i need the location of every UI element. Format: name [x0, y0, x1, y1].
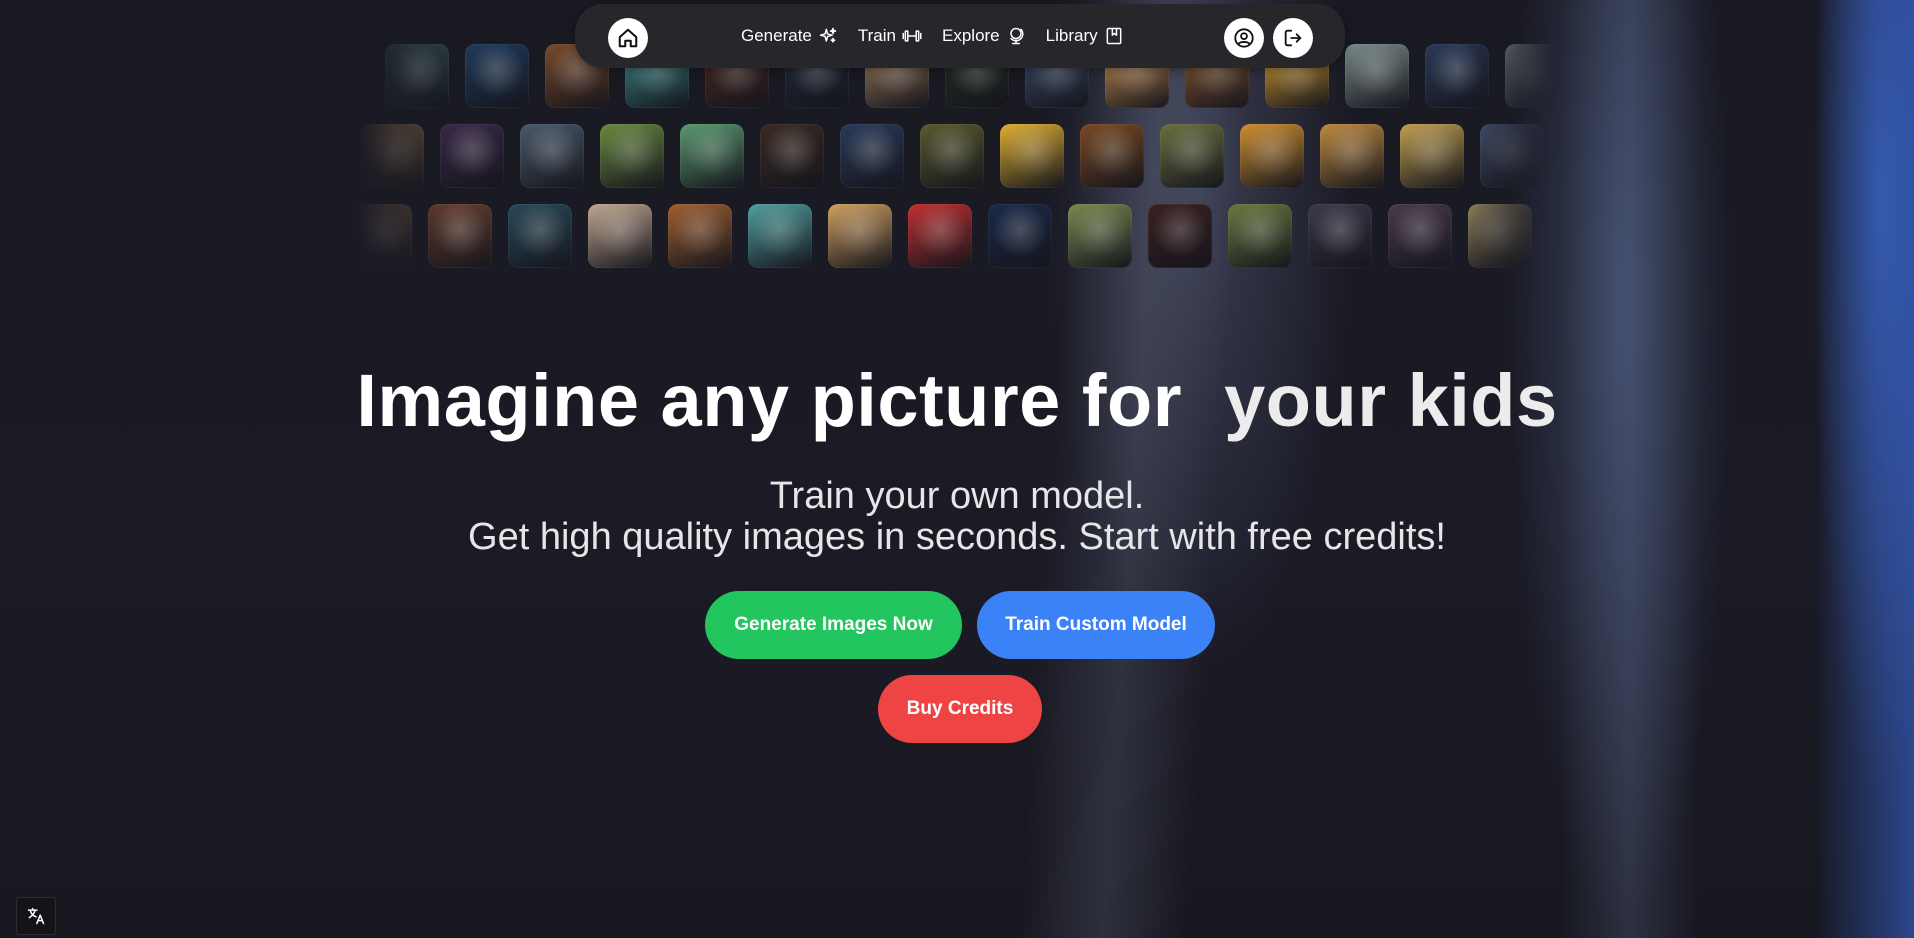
- light-streak: [1560, 0, 1700, 938]
- hero-subtitle: Train your own model. Get high quality i…: [0, 476, 1914, 558]
- gallery-image: [600, 124, 664, 188]
- home-button[interactable]: [608, 18, 648, 58]
- nav-train-label: Train: [857, 26, 896, 45]
- gallery-image: [1080, 124, 1144, 188]
- gallery-row: [360, 124, 1544, 188]
- gallery-image: [840, 124, 904, 188]
- gallery-image: [680, 124, 744, 188]
- gallery-image: [1308, 204, 1372, 268]
- nav-links: Generate Train Explore Library: [741, 4, 1124, 68]
- nav-generate[interactable]: Generate: [741, 26, 838, 46]
- sparkles-icon: [819, 27, 837, 43]
- gallery-image: [428, 204, 492, 268]
- globe-icon: [1009, 27, 1024, 45]
- gallery-image: [1425, 44, 1489, 108]
- hero-title-main: Imagine any picture for: [356, 359, 1183, 442]
- gallery-image: [1320, 124, 1384, 188]
- gallery-image: [385, 44, 449, 108]
- nav-explore[interactable]: Explore: [942, 26, 1026, 46]
- train-custom-model-button[interactable]: Train Custom Model: [977, 591, 1215, 659]
- gallery-image: [360, 124, 424, 188]
- gallery-image: [588, 204, 652, 268]
- gallery-image: [668, 204, 732, 268]
- nav-train[interactable]: Train: [858, 26, 922, 46]
- dumbbell-icon: [902, 30, 922, 42]
- gallery-image: [1345, 44, 1409, 108]
- gallery-image: [1160, 124, 1224, 188]
- gallery-image: [908, 204, 972, 268]
- hero-title: Imagine any picture for your kids: [0, 358, 1914, 443]
- gallery-image: [1068, 204, 1132, 268]
- subtitle-line-1: Train your own model.: [769, 475, 1145, 517]
- gallery-image: [760, 124, 824, 188]
- nav-library[interactable]: Library: [1046, 26, 1124, 46]
- gallery-image: [1000, 124, 1064, 188]
- logout-button[interactable]: [1273, 18, 1313, 58]
- gallery-image: [1468, 204, 1532, 268]
- gallery-image: [348, 204, 412, 268]
- language-button[interactable]: [16, 897, 56, 935]
- gallery-image: [828, 204, 892, 268]
- gallery-image: [465, 44, 529, 108]
- account-button[interactable]: [1224, 18, 1264, 58]
- gallery-image: [1480, 124, 1544, 188]
- book-icon: [1106, 27, 1122, 45]
- light-streak: [1820, 0, 1914, 938]
- home-icon: [618, 28, 638, 48]
- nav-explore-label: Explore: [942, 26, 1000, 45]
- gallery-image: [988, 204, 1052, 268]
- gallery-image: [920, 124, 984, 188]
- top-navigation: Generate Train Explore Library: [575, 4, 1345, 68]
- gallery-image: [1400, 124, 1464, 188]
- nav-actions: [1224, 18, 1313, 58]
- translate-icon: [27, 907, 45, 925]
- gallery-image: [1228, 204, 1292, 268]
- nav-generate-label: Generate: [741, 26, 812, 45]
- user-circle-icon: [1234, 28, 1254, 48]
- gallery-image: [520, 124, 584, 188]
- hero-title-accent: your kids: [1224, 359, 1558, 442]
- gallery-image: [748, 204, 812, 268]
- gallery-image: [440, 124, 504, 188]
- subtitle-line-2: Get high quality images in seconds. Star…: [468, 516, 1446, 558]
- gallery-row: [348, 204, 1532, 268]
- logout-icon: [1284, 29, 1302, 47]
- buy-credits-button[interactable]: Buy Credits: [878, 675, 1042, 743]
- gallery-image: [508, 204, 572, 268]
- image-gallery: [348, 44, 1569, 274]
- gallery-image: [1388, 204, 1452, 268]
- gallery-image: [1148, 204, 1212, 268]
- nav-library-label: Library: [1045, 26, 1098, 45]
- gallery-image: [1240, 124, 1304, 188]
- generate-images-button[interactable]: Generate Images Now: [705, 591, 962, 659]
